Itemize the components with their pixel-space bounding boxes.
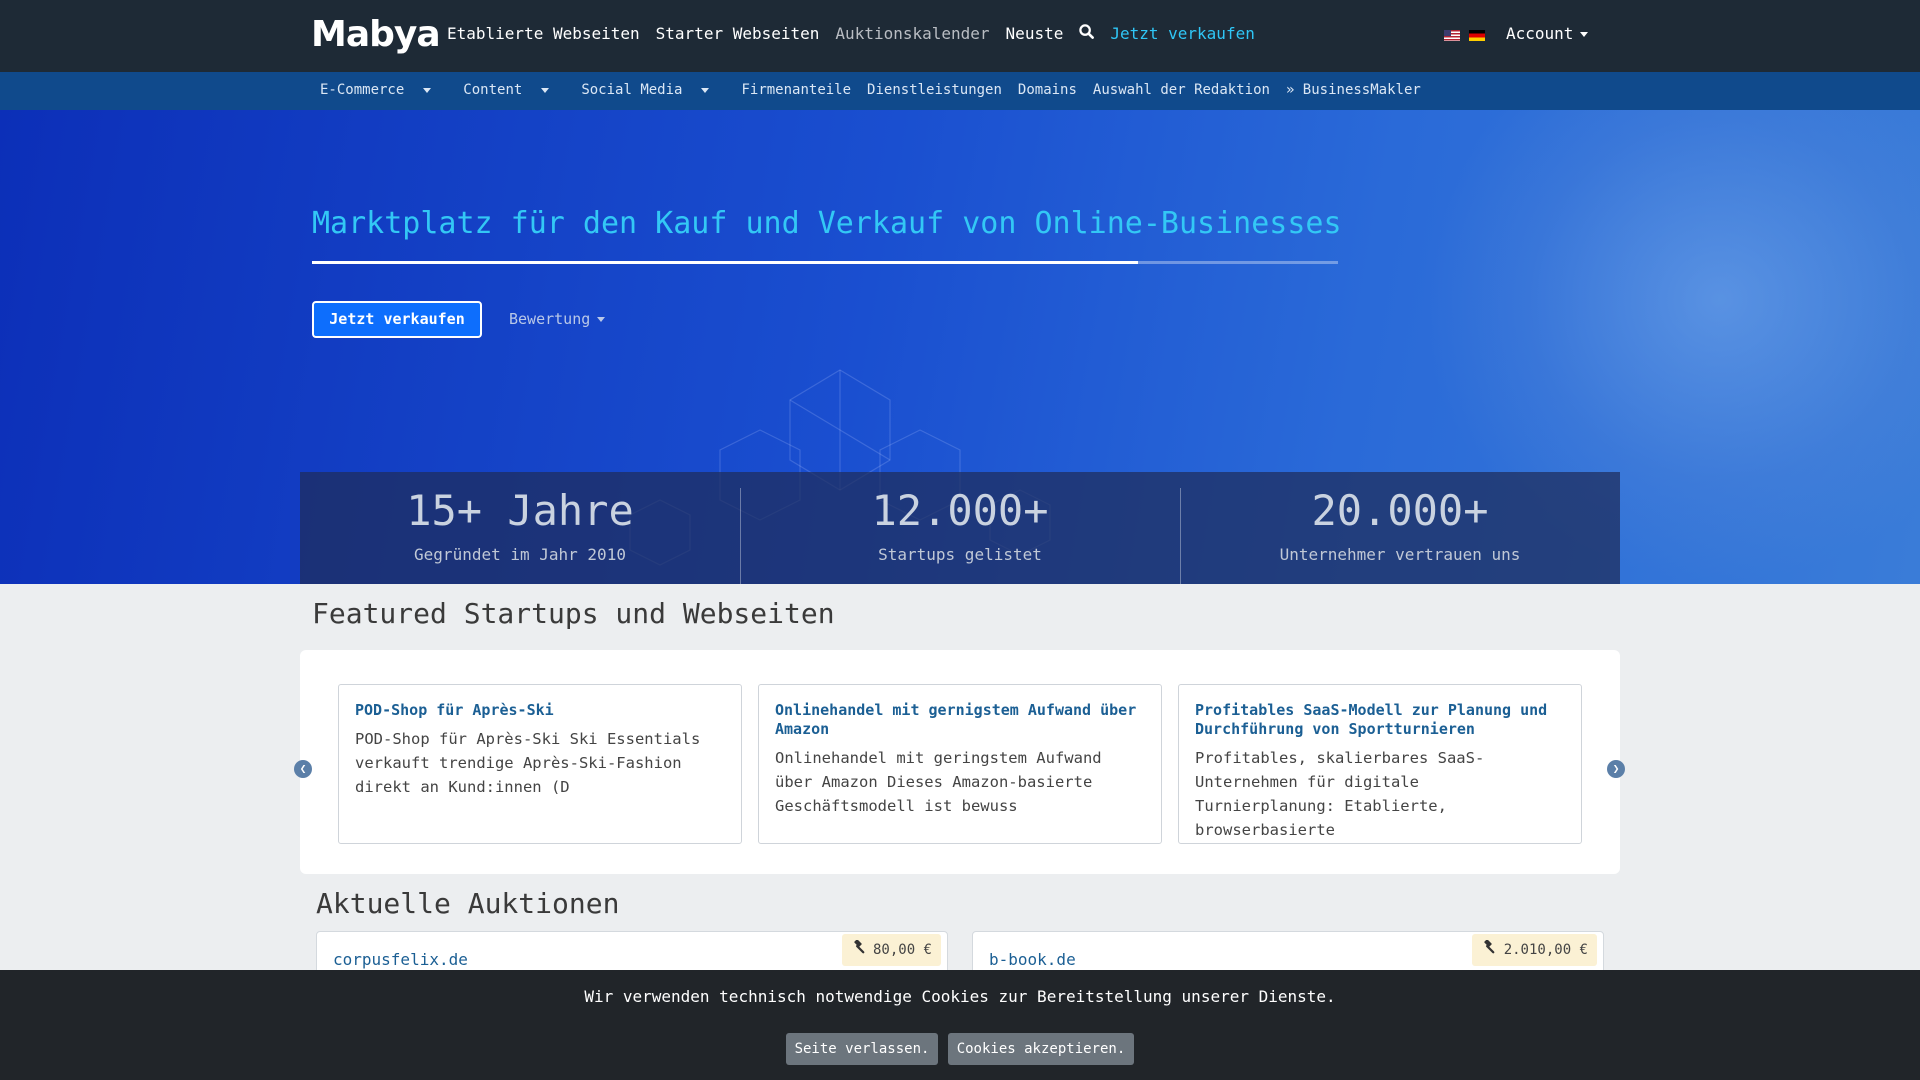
search-icon[interactable]	[1079, 24, 1095, 43]
top-navbar: Mabya Etablierte Webseiten Starter Webse…	[0, 0, 1920, 72]
stat-label: Gegründet im Jahr 2010	[414, 545, 626, 564]
hero-progress-fill	[312, 261, 1138, 264]
featured-card-title[interactable]: Onlinehandel mit gernigstem Aufwand über…	[775, 701, 1145, 739]
gavel-icon	[851, 939, 873, 958]
auction-price: 80,00 €	[872, 942, 932, 958]
featured-card-description: Profitables, skalierbares SaaS-Unternehm…	[1195, 749, 1485, 839]
featured-card-title[interactable]: POD-Shop für Après-Ski	[355, 701, 725, 720]
account-label: Account	[1506, 24, 1574, 43]
subnav-editors-choice[interactable]: Auswahl der Redaktion	[1093, 82, 1270, 98]
rating-label: Bewertung	[509, 310, 591, 328]
subnav-ecommerce-label: E-Commerce	[320, 82, 405, 98]
hero-title: Marktplatz für den Kauf und Verkauf von …	[312, 206, 1342, 241]
featured-card-title[interactable]: Profitables SaaS-Modell zur Planung und …	[1195, 701, 1565, 739]
cookie-message: Wir verwenden technisch notwendige Cooki…	[584, 987, 1336, 1006]
auction-name[interactable]: b-book.de	[989, 950, 1076, 969]
auction-price-badge: 80,00 €	[841, 934, 941, 966]
stats-bar: 15+ Jahre Gegründet im Jahr 2010 12.000+…	[300, 472, 1620, 584]
main-nav: Etablierte Webseiten Starter Webseiten A…	[447, 24, 1271, 43]
stat-value: 15+ Jahre	[406, 486, 634, 535]
featured-card-description: Onlinehandel mit geringstem Aufwand über…	[775, 749, 1102, 815]
flag-de-icon[interactable]	[1469, 30, 1485, 41]
auction-name[interactable]: corpusfelix.de	[333, 950, 468, 969]
leave-site-button[interactable]: Seite verlassen.	[786, 1033, 938, 1065]
caret-down-icon	[1580, 32, 1589, 37]
featured-title: Featured Startups und Webseiten	[312, 597, 835, 630]
subnav-domains[interactable]: Domains	[1018, 82, 1077, 98]
caret-down-icon	[701, 87, 710, 93]
stat-label: Unternehmer vertrauen uns	[1279, 545, 1521, 564]
cookie-banner: Wir verwenden technisch notwendige Cooki…	[0, 970, 1920, 1080]
subnav-social-media-label: Social Media	[581, 82, 683, 98]
stat-years: 15+ Jahre Gegründet im Jahr 2010	[300, 472, 740, 584]
featured-card-description: POD-Shop für Après-Ski Ski Essentials ve…	[355, 730, 701, 796]
sell-now-button[interactable]: Jetzt verkaufen	[312, 301, 482, 338]
nav-link-newest[interactable]: Neuste	[1006, 24, 1064, 43]
auction-price-badge: 2.010,00 €	[1472, 934, 1597, 966]
subnav-content-label: Content	[463, 82, 523, 98]
nav-link-established[interactable]: Etablierte Webseiten	[447, 24, 640, 43]
featured-carousel: POD-Shop für Après-Ski POD-Shop für Aprè…	[300, 650, 1620, 874]
subnav-social-media[interactable]: Social Media	[581, 82, 725, 98]
stat-label: Startups gelistet	[878, 545, 1042, 564]
auctions-title: Aktuelle Auktionen	[316, 887, 620, 920]
stat-value: 20.000+	[1311, 486, 1489, 535]
gavel-icon	[1481, 939, 1503, 958]
accept-cookies-button[interactable]: Cookies akzeptieren.	[948, 1033, 1134, 1065]
nav-link-auction-calendar[interactable]: Auktionskalender	[835, 24, 989, 43]
subnav-ecommerce[interactable]: E-Commerce	[320, 82, 447, 98]
hero-section: Marktplatz für den Kauf und Verkauf von …	[0, 110, 1920, 584]
stat-entrepreneurs: 20.000+ Unternehmer vertrauen uns	[1180, 472, 1620, 584]
featured-card[interactable]: Profitables SaaS-Modell zur Planung und …	[1178, 684, 1582, 844]
flag-en-icon[interactable]	[1444, 30, 1460, 41]
nav-sell-link[interactable]: Jetzt verkaufen	[1110, 24, 1255, 43]
subnav-business-broker[interactable]: » BusinessMakler	[1286, 82, 1421, 98]
subnav-content[interactable]: Content	[463, 82, 565, 98]
hero-progress-bar	[312, 261, 1338, 264]
chevron-right-icon[interactable]: ❯	[1607, 760, 1625, 778]
caret-down-icon	[423, 87, 432, 93]
brand-logo[interactable]: Mabya	[311, 14, 441, 55]
stat-value: 12.000+	[871, 486, 1049, 535]
auction-price: 2.010,00 €	[1503, 942, 1588, 958]
caret-down-icon	[597, 317, 606, 322]
chevron-left-icon[interactable]: ❮	[294, 760, 312, 778]
account-dropdown[interactable]: Account	[1506, 24, 1589, 43]
nav-link-starter[interactable]: Starter Webseiten	[656, 24, 820, 43]
category-navbar: E-Commerce Content Social Media Firmenan…	[0, 72, 1920, 110]
caret-down-icon	[541, 87, 550, 93]
subnav-services[interactable]: Dienstleistungen	[867, 82, 1002, 98]
featured-card[interactable]: POD-Shop für Après-Ski POD-Shop für Aprè…	[338, 684, 742, 844]
subnav-company-shares[interactable]: Firmenanteile	[741, 82, 851, 98]
stat-startups: 12.000+ Startups gelistet	[740, 472, 1180, 584]
rating-dropdown[interactable]: Bewertung	[509, 310, 606, 328]
language-switcher	[1444, 30, 1485, 41]
featured-card[interactable]: Onlinehandel mit gernigstem Aufwand über…	[758, 684, 1162, 844]
